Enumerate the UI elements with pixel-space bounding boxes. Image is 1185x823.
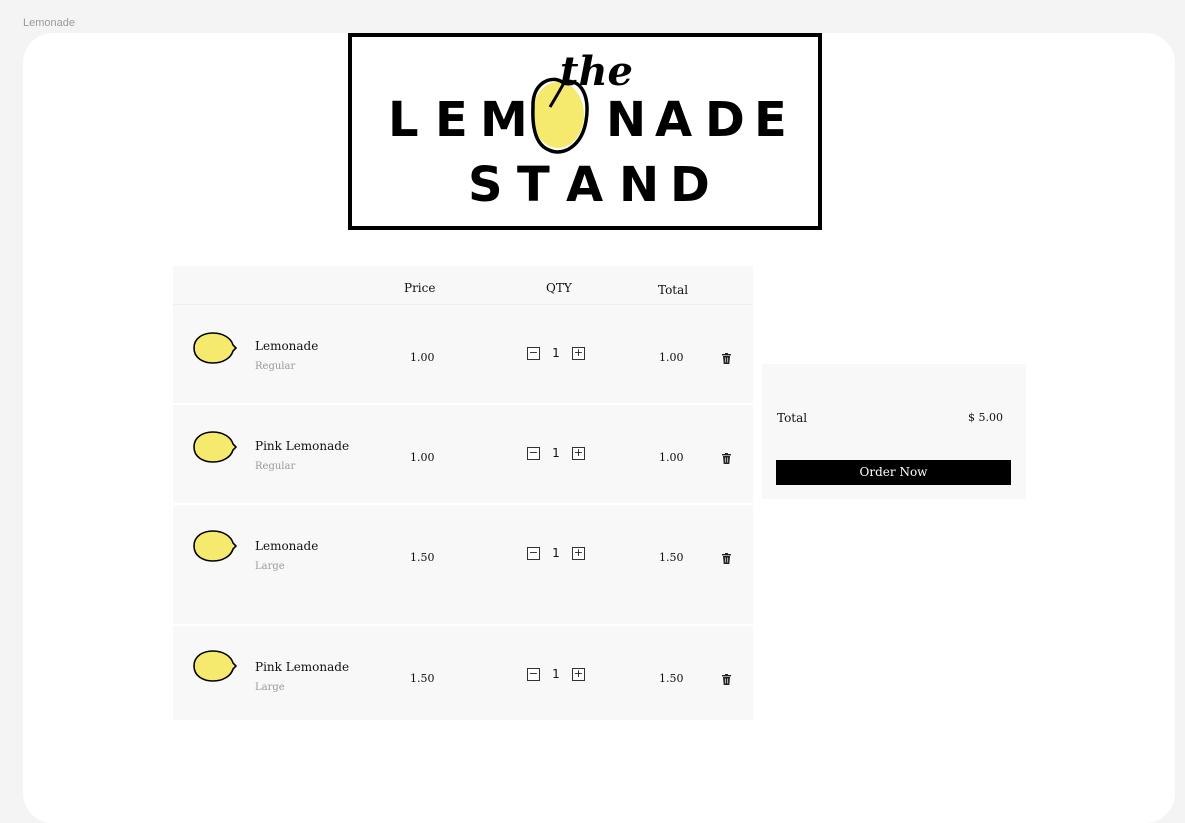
logo-the: the [560,48,633,95]
svg-text:LEM NADE: LEM NADE [388,92,789,148]
increase-qty-button[interactable]: + [572,346,585,360]
header-total: Total [658,283,689,297]
item-variant: Regular [255,461,296,472]
qty-value: 1 [552,667,560,681]
increase-qty-button[interactable]: + [572,446,585,460]
cart-row: Lemonade Regular 1.00 − 1 + 1.00 [173,305,753,405]
item-name: Lemonade [255,539,319,553]
increase-qty-button[interactable]: + [572,667,585,681]
cart-row: Lemonade Large 1.50 − 1 + 1.50 [173,505,753,626]
item-total: 1.50 [659,551,684,564]
trash-icon[interactable] [722,453,731,464]
order-now-button[interactable]: Order Now [776,460,1011,485]
qty-value: 1 [552,546,560,560]
item-price: 1.50 [410,551,435,564]
item-variant: Large [255,682,285,693]
decrease-qty-button[interactable]: − [527,446,540,460]
item-variant: Regular [255,361,296,372]
lemon-icon [193,530,237,562]
summary-total-value: $ 5.00 [968,411,1003,424]
trash-icon[interactable] [722,674,731,685]
item-name: Pink Lemonade [255,439,350,453]
lemon-icon [193,650,237,682]
quantity-stepper: − 1 + [527,446,585,460]
cart-row: Pink Lemonade Large 1.50 − 1 + 1.50 [173,626,753,722]
item-variant: Large [255,561,285,572]
cart-header: Price QTY Total [173,266,753,305]
window-title: Lemonade [23,17,75,29]
qty-value: 1 [552,346,560,360]
lemon-icon [193,332,237,364]
order-summary: Total $ 5.00 Order Now [762,364,1026,499]
item-name: Lemonade [255,339,319,353]
item-price: 1.50 [410,672,435,685]
quantity-stepper: − 1 + [527,546,585,560]
header-price: Price [404,281,436,295]
cart-row: Pink Lemonade Regular 1.00 − 1 + 1.00 [173,405,753,505]
item-total: 1.50 [659,672,684,685]
trash-icon[interactable] [722,553,731,564]
item-price: 1.00 [410,351,435,364]
decrease-qty-button[interactable]: − [527,546,540,560]
summary-total-label: Total [777,411,808,425]
header-qty: QTY [546,281,572,295]
quantity-stepper: − 1 + [527,346,585,360]
quantity-stepper: − 1 + [527,667,585,681]
lemon-icon [193,431,237,463]
cart-table: Price QTY Total Lemonade Regular 1.00 − … [173,266,753,722]
item-total: 1.00 [659,351,684,364]
trash-icon[interactable] [722,353,731,364]
increase-qty-button[interactable]: + [572,546,585,560]
qty-value: 1 [552,446,560,460]
item-name: Pink Lemonade [255,660,350,674]
item-total: 1.00 [659,451,684,464]
decrease-qty-button[interactable]: − [527,346,540,360]
brand-logo: the LEM NADE STAND [348,33,822,230]
decrease-qty-button[interactable]: − [527,667,540,681]
svg-text:STAND: STAND [468,157,710,213]
item-price: 1.00 [410,451,435,464]
